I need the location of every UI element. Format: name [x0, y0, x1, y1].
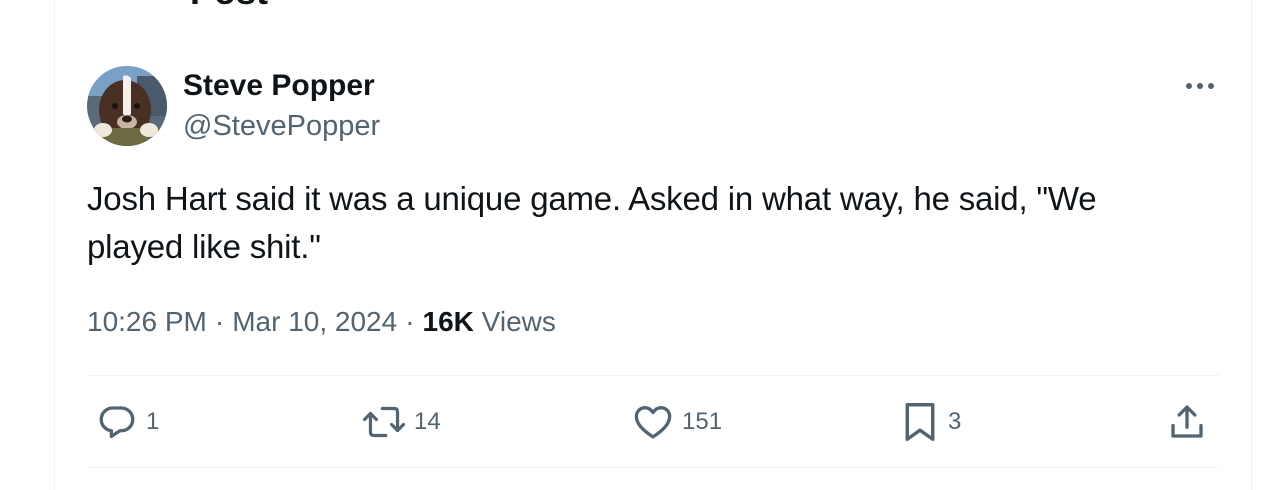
tweet-time[interactable]: 10:26 PM	[87, 306, 207, 337]
views-label[interactable]: Views	[482, 306, 556, 337]
share-button[interactable]	[1166, 400, 1208, 444]
page-title: Post	[190, 0, 268, 10]
share-icon	[1166, 401, 1208, 443]
heart-icon	[632, 401, 674, 443]
repost-icon	[362, 401, 406, 443]
reply-button[interactable]: 1	[96, 400, 159, 444]
like-count: 151	[682, 408, 723, 435]
more-options-button[interactable]	[1180, 72, 1220, 100]
author-name[interactable]: Steve Popper	[183, 68, 375, 104]
repost-button[interactable]: 14	[362, 400, 441, 444]
bookmark-count: 3	[948, 408, 962, 435]
arrow-left-icon[interactable]	[92, 0, 118, 4]
tweet-date[interactable]: Mar 10, 2024	[232, 306, 397, 337]
bookmark-button[interactable]: 3	[900, 400, 961, 444]
tweet-text: Josh Hart said it was a unique game. Ask…	[87, 180, 1097, 265]
more-horizontal-icon	[1184, 82, 1216, 90]
tweet-meta: 10:26 PM · Mar 10, 2024 · 16K Views	[87, 304, 556, 340]
avatar[interactable]	[87, 66, 167, 146]
reply-icon	[96, 401, 138, 443]
author-handle[interactable]: @StevePopper	[183, 108, 380, 144]
divider	[87, 375, 1219, 376]
meta-separator: ·	[214, 306, 225, 337]
reply-count: 1	[146, 408, 160, 435]
repost-count: 14	[414, 408, 441, 435]
bookmark-icon	[900, 400, 940, 444]
views-count[interactable]: 16K	[423, 306, 474, 337]
like-button[interactable]: 151	[632, 400, 722, 444]
divider	[87, 467, 1219, 468]
meta-separator: ·	[405, 306, 415, 337]
